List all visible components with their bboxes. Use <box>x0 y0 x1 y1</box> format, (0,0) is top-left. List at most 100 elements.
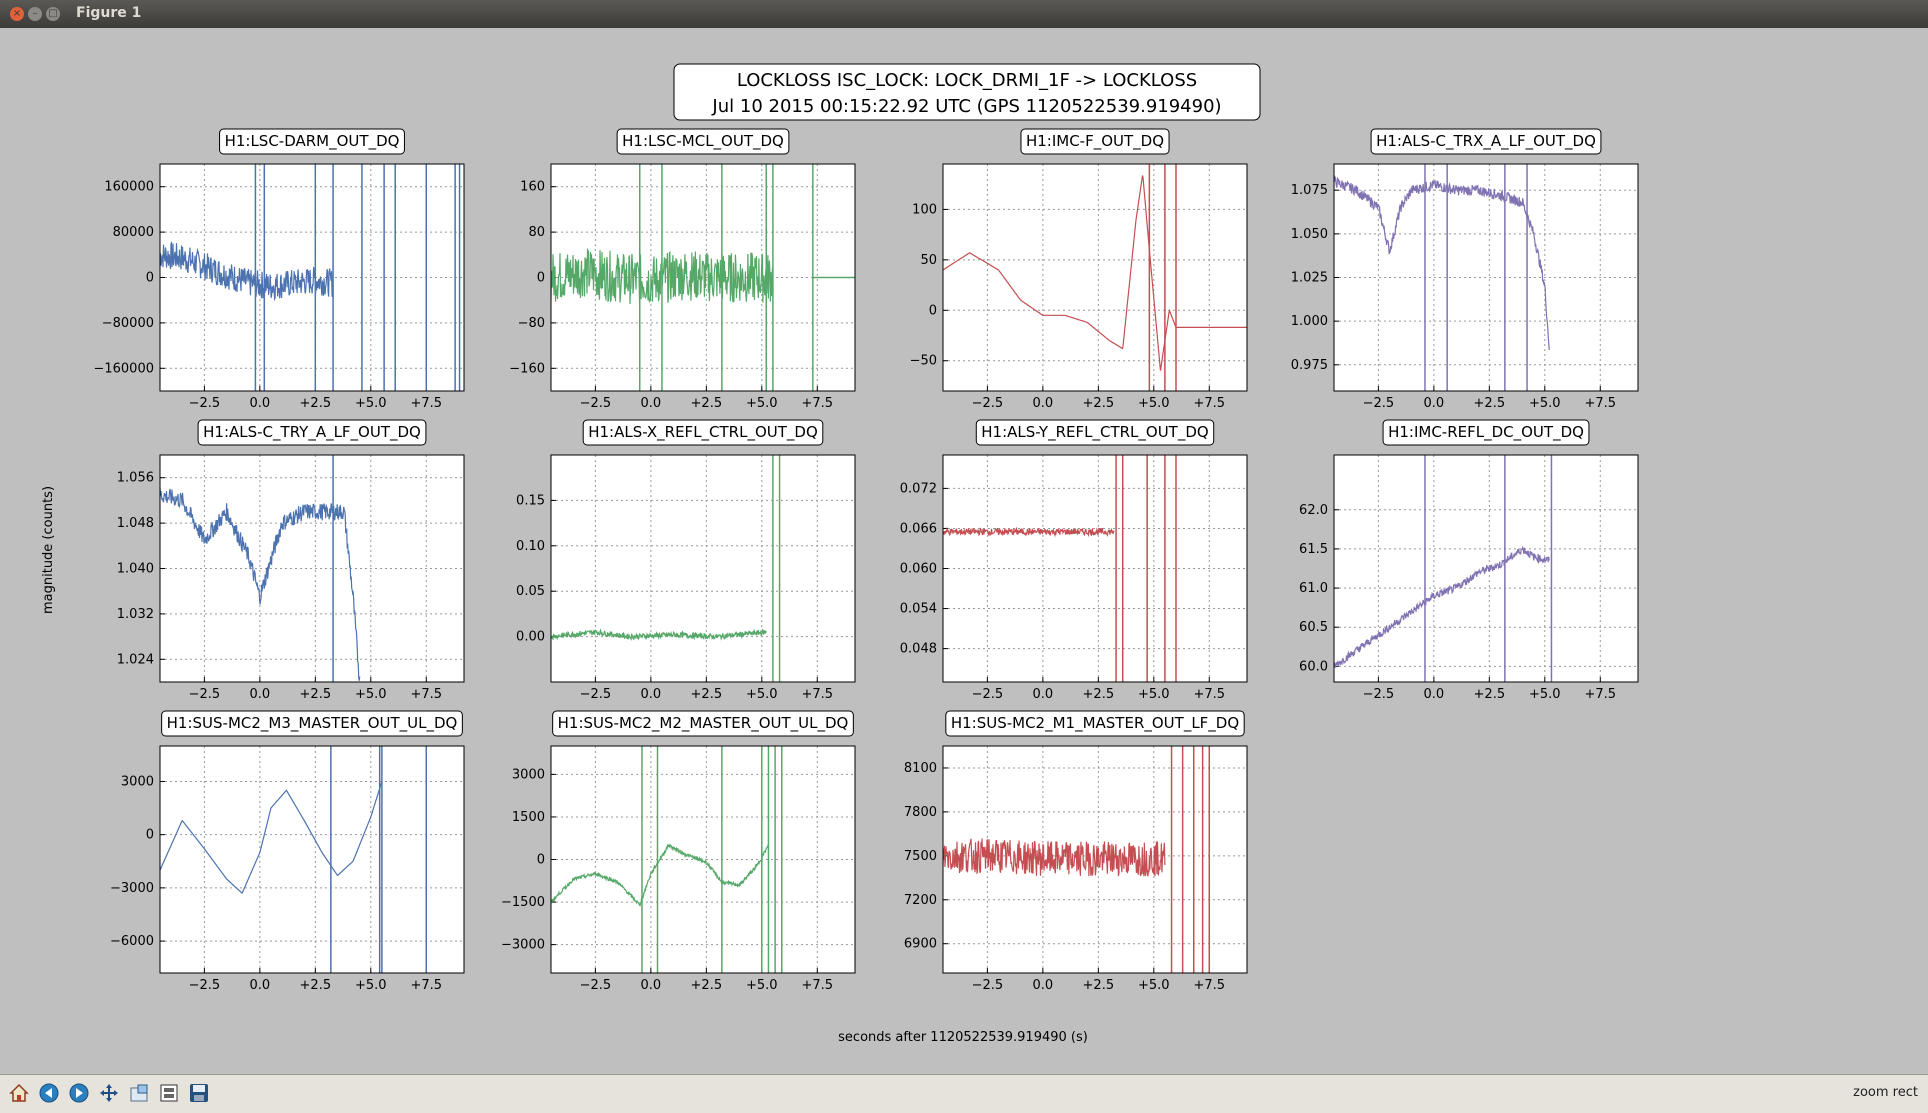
y-tick-label: 0.00 <box>516 630 545 645</box>
home-icon <box>9 1083 29 1102</box>
x-tick-label: +2.5 <box>1083 687 1115 702</box>
x-tick-label: +7.5 <box>1193 978 1225 993</box>
y-tick-label: 0.975 <box>1291 358 1328 373</box>
figure-title-line1: LOCKLOSS ISC_LOCK: LOCK_DRMI_1F -> LOCKL… <box>737 70 1197 91</box>
subplot-2[interactable]: −2.5 0.0 +2.5 +5.0 +7.5 −160 −80 0 80 160 H1:LSC-M… <box>509 128 856 411</box>
subplot-6[interactable]: −2.5 0.0 +2.5 +5.0 +7.5 0.00 0.05 0.10 0.15 H1:AL… <box>516 419 856 702</box>
x-tick-label: −2.5 <box>580 396 612 411</box>
x-tick-label: +5.0 <box>746 978 778 993</box>
status-message: zoom rect <box>1853 1085 1918 1100</box>
x-tick-label: +2.5 <box>1083 396 1115 411</box>
zoom-icon <box>130 1084 148 1102</box>
subplot-title: H1:ALS-X_REFL_CTRL_OUT_DQ <box>588 423 818 442</box>
minimize-window-button[interactable]: – <box>28 7 42 21</box>
subplot-3[interactable]: −2.5 0.0 +2.5 +5.0 +7.5 −50 0 50 100 H1:IMC-F_OUT… <box>910 128 1248 411</box>
pan-button[interactable] <box>96 1080 122 1106</box>
x-tick-label: +5.0 <box>1138 396 1170 411</box>
forward-icon <box>69 1083 89 1103</box>
y-tick-label: 1.048 <box>117 516 154 531</box>
title-bar: × – □ Figure 1 <box>0 0 1928 28</box>
x-tick-label: −2.5 <box>972 978 1004 993</box>
subplot-9[interactable]: −2.5 0.0 +2.5 +5.0 +7.5 −6000 −3000 0 3000 H1:SUS… <box>110 710 465 993</box>
y-tick-label: 7200 <box>904 893 937 908</box>
subplots-icon <box>160 1084 178 1102</box>
x-tick-label: −2.5 <box>972 687 1004 702</box>
y-tick-label: 0.054 <box>900 602 937 617</box>
configure-subplots-button[interactable] <box>156 1080 182 1106</box>
subplot-title: H1:SUS-MC2_M1_MASTER_OUT_LF_DQ <box>951 714 1239 733</box>
x-tick-label: 0.0 <box>1424 396 1445 411</box>
x-tick-label: +7.5 <box>1193 396 1225 411</box>
x-tick-label: −2.5 <box>580 978 612 993</box>
y-tick-label: 100 <box>912 202 937 217</box>
y-tick-label: 1.075 <box>1291 183 1328 198</box>
x-tick-label: +7.5 <box>801 687 833 702</box>
y-tick-label: 0.048 <box>900 642 937 657</box>
y-tick-label: 7800 <box>904 805 937 820</box>
x-tick-label: −2.5 <box>1363 396 1395 411</box>
subplot-title: H1:SUS-MC2_M3_MASTER_OUT_UL_DQ <box>167 714 458 733</box>
x-tick-label: +7.5 <box>1584 396 1616 411</box>
plot-grid: LOCKLOSS ISC_LOCK: LOCK_DRMI_1F -> LOCKL… <box>41 63 1639 1045</box>
y-tick-label: 0 <box>146 828 154 843</box>
axes-background <box>160 746 464 973</box>
y-tick-label: 61.5 <box>1299 542 1328 557</box>
y-tick-label: 1.025 <box>1291 271 1328 286</box>
subplot-5[interactable]: −2.5 0.0 +2.5 +5.0 +7.5 1.024 1.032 1.040 1.048 1… <box>117 419 465 702</box>
x-tick-label: 0.0 <box>1033 687 1054 702</box>
figure-canvas[interactable]: LOCKLOSS ISC_LOCK: LOCK_DRMI_1F -> LOCKL… <box>8 30 1920 1070</box>
subplot-11[interactable]: −2.5 0.0 +2.5 +5.0 +7.5 6900 7200 7500 7800 8100 H… <box>904 710 1248 993</box>
y-tick-label: 0 <box>146 271 154 286</box>
back-button[interactable] <box>36 1080 62 1106</box>
x-tick-label: +7.5 <box>801 978 833 993</box>
navigation-toolbar: zoom rect <box>0 1074 1928 1113</box>
home-button[interactable] <box>6 1080 32 1106</box>
y-tick-label: 0.15 <box>516 493 545 508</box>
x-tick-label: +2.5 <box>691 687 723 702</box>
subplot-title: H1:SUS-MC2_M2_MASTER_OUT_UL_DQ <box>558 714 849 733</box>
x-tick-label: +7.5 <box>410 978 442 993</box>
matplotlib-window: × – □ Figure 1 LOCKLOSS ISC_LOCK: LOCK_D… <box>0 0 1928 1113</box>
save-button[interactable] <box>186 1080 212 1106</box>
subplot-4[interactable]: −2.5 0.0 +2.5 +5.0 +7.5 0.975 1.000 1.025 1.050 1… <box>1291 128 1639 411</box>
y-tick-label: 80000 <box>113 225 154 240</box>
y-tick-label: −80000 <box>102 316 154 331</box>
subplot-10[interactable]: −2.5 0.0 +2.5 +5.0 +7.5 −3000 −1500 0 1500 3000 H1… <box>501 710 856 993</box>
close-window-button[interactable]: × <box>10 7 24 21</box>
subplot-8[interactable]: −2.5 0.0 +2.5 +5.0 +7.5 60.0 60.5 61.0 61.5 62.0 H… <box>1299 419 1639 702</box>
y-tick-label: −3000 <box>501 938 545 953</box>
x-tick-label: 0.0 <box>641 396 662 411</box>
y-tick-label: 1.056 <box>117 471 154 486</box>
figure-title-line2: Jul 10 2015 00:15:22.92 UTC (GPS 1120522… <box>711 96 1221 117</box>
x-tick-label: +7.5 <box>1584 687 1616 702</box>
x-tick-label: 0.0 <box>641 978 662 993</box>
y-tick-label: 1.040 <box>117 562 154 577</box>
x-tick-label: −2.5 <box>972 396 1004 411</box>
close-icon: × <box>12 8 22 19</box>
x-tick-label: −2.5 <box>189 396 221 411</box>
y-tick-label: −50 <box>910 354 937 369</box>
x-tick-label: +2.5 <box>691 396 723 411</box>
subplot-7[interactable]: −2.5 0.0 +2.5 +5.0 +7.5 0.048 0.054 0.060 0.066 0… <box>900 419 1248 702</box>
x-tick-label: +7.5 <box>801 396 833 411</box>
x-tick-label: +2.5 <box>1474 687 1506 702</box>
x-tick-label: −2.5 <box>580 687 612 702</box>
x-tick-label: −2.5 <box>1363 687 1395 702</box>
forward-button[interactable] <box>66 1080 92 1106</box>
y-tick-label: 80 <box>528 225 545 240</box>
x-tick-label: +5.0 <box>355 396 387 411</box>
y-tick-label: 62.0 <box>1299 503 1328 518</box>
x-tick-label: +5.0 <box>355 687 387 702</box>
x-tick-label: +7.5 <box>410 687 442 702</box>
zoom-button[interactable] <box>126 1080 152 1106</box>
y-tick-label: 0.05 <box>516 584 545 599</box>
maximize-window-button[interactable]: □ <box>46 7 60 21</box>
x-tick-label: 0.0 <box>1424 687 1445 702</box>
subplot-1[interactable]: −2.5 0.0 +2.5 +5.0 +7.5 −160000 −80000 0 80000 16… <box>93 128 465 411</box>
x-tick-label: +7.5 <box>1193 687 1225 702</box>
y-tick-label: 0.10 <box>516 539 545 554</box>
y-tick-label: 3000 <box>512 767 545 782</box>
y-axis-label: magnitude (counts) <box>41 486 56 614</box>
y-tick-label: 0.060 <box>900 562 937 577</box>
x-tick-label: +7.5 <box>410 396 442 411</box>
